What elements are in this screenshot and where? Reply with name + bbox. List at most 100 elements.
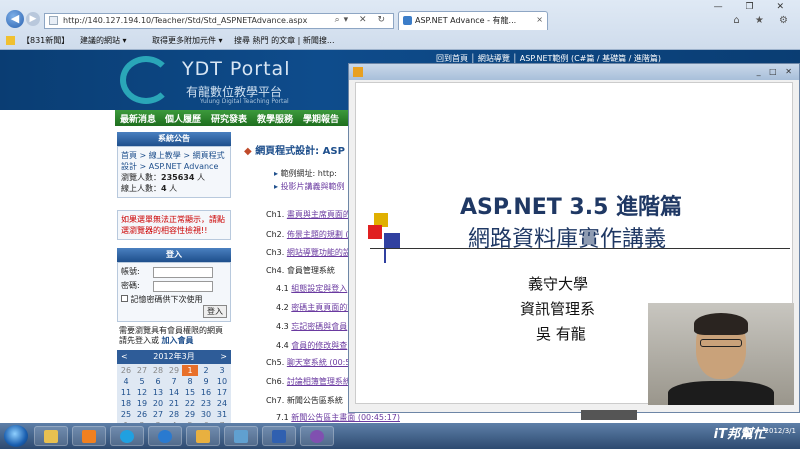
- calendar-day[interactable]: 28: [150, 365, 166, 376]
- menu-research[interactable]: 研究發表: [211, 112, 247, 125]
- chapter-link[interactable]: 聊天室系統 (00:5: [287, 358, 351, 367]
- media-task[interactable]: [72, 426, 106, 446]
- chapter-item[interactable]: Ch4. 會員管理系統: [266, 265, 335, 276]
- calendar-day[interactable]: 2: [198, 365, 214, 376]
- calendar-day[interactable]: 6: [150, 376, 166, 387]
- menu-reports[interactable]: 學期報告: [303, 112, 339, 125]
- remember-checkbox[interactable]: [121, 295, 128, 302]
- chapter-item[interactable]: Ch3. 網站導覽功能的設: [266, 247, 351, 258]
- calendar-day[interactable]: 1: [182, 365, 198, 376]
- calendar-day[interactable]: 8: [182, 376, 198, 387]
- calendar-day[interactable]: 9: [198, 376, 214, 387]
- forward-button[interactable]: ▶: [26, 12, 40, 26]
- chapter-item[interactable]: Ch7. 新聞公告區系統: [266, 395, 343, 406]
- chapter-link[interactable]: 會員的修改與查: [291, 341, 347, 350]
- calendar-day[interactable]: 10: [214, 376, 230, 387]
- calendar-day[interactable]: 24: [214, 398, 230, 409]
- chapter-item[interactable]: Ch6. 討論相簿管理系統: [266, 376, 351, 387]
- chapter-link[interactable]: 畫頁與主席頁面的: [287, 210, 351, 219]
- chapter-link[interactable]: 會員管理系統: [287, 266, 335, 275]
- chapter-link[interactable]: 忘記密碼與會員: [291, 322, 347, 331]
- calendar-day[interactable]: 17: [214, 387, 230, 398]
- calendar-day[interactable]: 28: [166, 409, 182, 420]
- chapter-item[interactable]: 4.1 組態設定與登入: [276, 283, 347, 294]
- chapter-item[interactable]: Ch1. 畫頁與主席頁面的: [266, 209, 351, 220]
- system-clock[interactable]: 2012/3/1: [765, 427, 796, 435]
- start-button[interactable]: [4, 425, 28, 447]
- favorite-link[interactable]: 搜尋 熱門 的文章 | 新聞搜...: [234, 35, 335, 46]
- calendar-day[interactable]: 12: [134, 387, 150, 398]
- breadcrumb[interactable]: 首頁 > 線上教學 > 網頁程式設計 > ASP.NET Advance: [121, 150, 227, 172]
- password-input[interactable]: [153, 281, 213, 292]
- calendar-day[interactable]: 11: [118, 387, 134, 398]
- explorer-task[interactable]: [34, 426, 68, 446]
- chapter-item[interactable]: 4.2 密碼主頁頁面的設: [276, 302, 355, 313]
- skype-task[interactable]: [110, 426, 144, 446]
- calendar-day[interactable]: 31: [214, 409, 230, 420]
- back-button[interactable]: ◀: [6, 10, 24, 28]
- calendar-day[interactable]: 14: [166, 387, 182, 398]
- calendar-day[interactable]: 27: [134, 365, 150, 376]
- menu-teaching[interactable]: 教學服務: [257, 112, 293, 125]
- calendar-day[interactable]: 20: [150, 398, 166, 409]
- video-player-window[interactable]: _ □ ✕ ASP.NET 3.5 進階篇 網路資料庫實作講義 義守大學 資訊管…: [348, 63, 800, 420]
- chapter-link[interactable]: 組態設定與登入: [291, 284, 347, 293]
- playback-controls[interactable]: [581, 410, 637, 420]
- calendar-day[interactable]: 15: [182, 387, 198, 398]
- favorite-link[interactable]: 【831新聞】: [22, 35, 69, 46]
- calendar-day[interactable]: 21: [166, 398, 182, 409]
- calendar-day[interactable]: 25: [118, 409, 134, 420]
- favorite-link[interactable]: 建議的網站 ▾: [80, 35, 127, 46]
- chapter-link[interactable]: 新聞公告區系統: [287, 396, 343, 405]
- example-url-bullet[interactable]: ▸ 範例網址: http:: [274, 168, 337, 179]
- folder-task[interactable]: [186, 426, 220, 446]
- chapter-link[interactable]: 網站導覽功能的設: [287, 248, 351, 257]
- calendar-day[interactable]: 22: [182, 398, 198, 409]
- slides-bullet[interactable]: ▸ 投影片講義與範例: [274, 181, 345, 192]
- calendar-day[interactable]: 13: [150, 387, 166, 398]
- chapter-link[interactable]: 討論相簿管理系統: [287, 377, 351, 386]
- chapter-item[interactable]: 4.3 忘記密碼與會員: [276, 321, 347, 332]
- menu-profile[interactable]: 個人履歷: [165, 112, 201, 125]
- player-window-controls[interactable]: _ □ ✕: [757, 67, 795, 76]
- home-star-gear-icons[interactable]: ⌂ ★ ⚙: [733, 15, 794, 26]
- calendar-day[interactable]: 3: [214, 365, 230, 376]
- calendar-day[interactable]: 26: [118, 365, 134, 376]
- calendar-day[interactable]: 26: [134, 409, 150, 420]
- app-task[interactable]: [224, 426, 258, 446]
- tab-close-icon[interactable]: ×: [536, 15, 543, 24]
- calendar-next-button[interactable]: >: [220, 350, 227, 364]
- network-task[interactable]: [262, 426, 296, 446]
- chapter-item[interactable]: 7.1 新聞公告區主畫面 (00:45:17): [276, 412, 400, 423]
- browser-tab[interactable]: ASP.NET Advance - 有龍... ×: [398, 11, 548, 30]
- ie-task[interactable]: [148, 426, 182, 446]
- chapter-link[interactable]: 密碼主頁頁面的設: [291, 303, 355, 312]
- chapter-item[interactable]: 4.4 會員的修改與查: [276, 340, 347, 351]
- calendar-prev-button[interactable]: <: [121, 350, 128, 364]
- chapter-link[interactable]: 新聞公告區主畫面 (00:45:17): [291, 413, 400, 422]
- window-controls[interactable]: — ❐ ✕: [714, 2, 794, 12]
- account-input[interactable]: [153, 267, 213, 278]
- calendar-day[interactable]: 23: [198, 398, 214, 409]
- menu-news[interactable]: 最新消息: [120, 112, 156, 125]
- chapter-link[interactable]: 佈景主題的規劃 (: [287, 230, 349, 239]
- calendar-day[interactable]: 19: [134, 398, 150, 409]
- calendar-day[interactable]: 29: [166, 365, 182, 376]
- favorite-link[interactable]: 取得更多附加元件 ▾: [152, 35, 223, 46]
- login-button[interactable]: 登入: [203, 305, 227, 318]
- calendar-day[interactable]: 18: [118, 398, 134, 409]
- calendar-day[interactable]: 27: [150, 409, 166, 420]
- refresh-icon[interactable]: ⌕▾ ✕ ↻: [335, 15, 389, 25]
- join-link[interactable]: 加入會員: [162, 336, 194, 345]
- calendar-day[interactable]: 30: [198, 409, 214, 420]
- calendar-day[interactable]: 5: [134, 376, 150, 387]
- calendar-day[interactable]: 16: [198, 387, 214, 398]
- chapter-item[interactable]: Ch5. 聊天室系統 (00:5: [266, 357, 350, 368]
- calendar-day[interactable]: 7: [166, 376, 182, 387]
- chapter-item[interactable]: Ch2. 佈景主題的規劃 (: [266, 229, 349, 240]
- recorder-task[interactable]: [300, 426, 334, 446]
- address-bar[interactable]: http://140.127.194.10/Teacher/Std/Std_AS…: [44, 13, 394, 29]
- calendar-day[interactable]: 4: [118, 376, 134, 387]
- favorites-star-icon[interactable]: [6, 36, 15, 45]
- calendar-day[interactable]: 29: [182, 409, 198, 420]
